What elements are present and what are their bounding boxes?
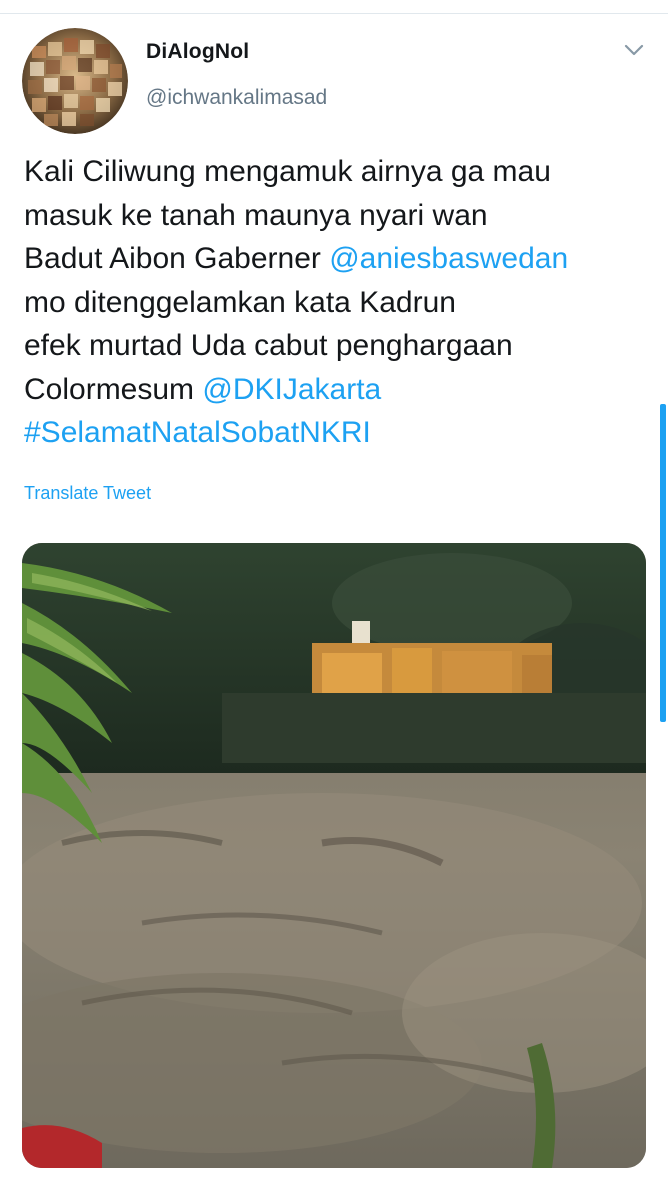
tweet-text-line: #SelamatNatalSobatNKRI bbox=[24, 411, 654, 455]
tweet-text-segment: Colormesum bbox=[24, 372, 203, 406]
tweet-text-line: efek murtad Uda cabut penghargaan bbox=[24, 324, 654, 368]
mention-link[interactable]: @aniesbaswedan bbox=[329, 242, 568, 275]
tweet-text-line: Badut Aibon Gaberner @aniesbaswedan bbox=[24, 237, 654, 281]
tweet-text-line: masuk ke tanah maunya nyari wan bbox=[24, 194, 654, 238]
avatar-image bbox=[22, 28, 128, 134]
tweet-text-line: Colormesum @DKIJakarta bbox=[24, 368, 654, 412]
video-thumbnail-image bbox=[22, 543, 646, 1168]
hashtag-link[interactable]: #SelamatNatalSobatNKRI bbox=[24, 416, 371, 449]
tweet-text-segment: efek murtad Uda cabut penghargaan bbox=[24, 329, 513, 362]
tweet-text-line: Kali Ciliwung mengamuk airnya ga mau bbox=[24, 150, 654, 194]
tweet-text-segment: masuk ke tanah maunya nyari wan bbox=[24, 198, 488, 232]
tweet-text-segment: mo ditenggelamkan kata Kadrun bbox=[24, 285, 456, 319]
tweet-video[interactable] bbox=[22, 543, 646, 1168]
top-divider bbox=[0, 0, 668, 14]
tweet-text-line: mo ditenggelamkan kata Kadrun bbox=[24, 281, 654, 325]
tweet-text: Kali Ciliwung mengamuk airnya ga mau masu… bbox=[24, 150, 654, 455]
avatar[interactable] bbox=[22, 28, 128, 134]
tweet-text-segment: Kali Ciliwung mengamuk airnya ga mau bbox=[24, 155, 551, 188]
translate-tweet-link[interactable]: Translate Tweet bbox=[24, 483, 151, 504]
tweet-text-segment: Badut Aibon Gaberner bbox=[24, 242, 330, 275]
author-name[interactable]: DiAlogNol bbox=[146, 40, 249, 64]
chevron-down-icon[interactable] bbox=[622, 42, 646, 58]
author-handle[interactable]: @ichwankalimasad bbox=[146, 86, 327, 110]
mention-link[interactable]: @DKIJakarta bbox=[202, 373, 381, 406]
scrollbar-thumb[interactable] bbox=[660, 404, 666, 722]
